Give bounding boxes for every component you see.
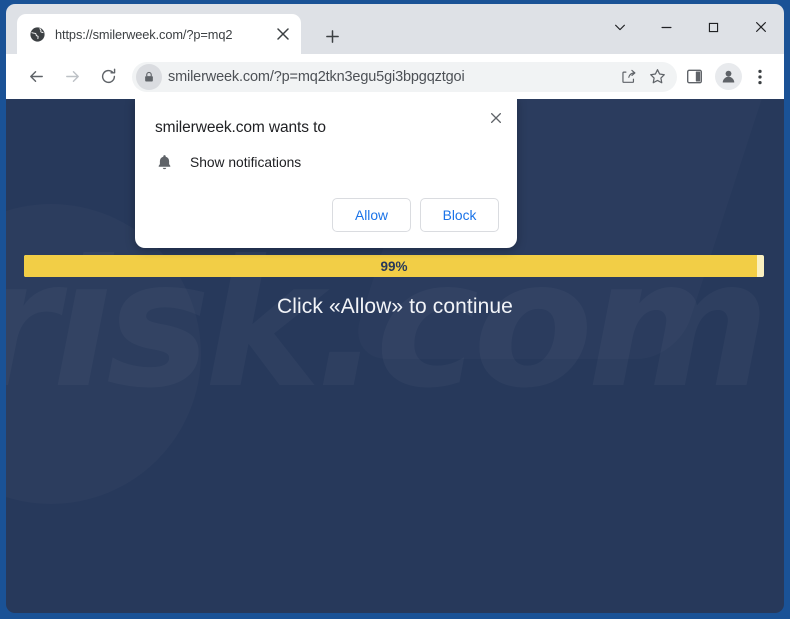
bookmark-star-icon[interactable] [643, 63, 671, 91]
tab-title: https://smilerweek.com/?p=mq2 [55, 26, 233, 42]
close-window-button[interactable] [737, 4, 784, 50]
browser-window: https://smilerweek.com/?p=mq2 smilerweek… [0, 0, 790, 619]
forward-button[interactable] [56, 61, 88, 93]
close-glyph [755, 22, 766, 32]
tab-search-icon[interactable] [596, 4, 643, 50]
three-dot-menu-icon [758, 69, 762, 84]
close-icon [490, 112, 502, 124]
allow-button[interactable]: Allow [332, 198, 411, 232]
dialog-actions: Allow Block [332, 198, 499, 232]
watermark-circle [6, 204, 201, 504]
plus-icon [325, 29, 339, 43]
browser-tab[interactable]: https://smilerweek.com/?p=mq2 [17, 14, 301, 54]
reload-icon [101, 68, 115, 84]
maximize-glyph [708, 22, 719, 32]
maximize-button[interactable] [690, 4, 737, 50]
three-dot-menu-button[interactable] [746, 63, 774, 91]
reload-button[interactable] [92, 61, 124, 93]
browser-toolbar: smilerweek.com/?p=mq2tkn3egu5gi3bpgqztgo… [6, 54, 784, 99]
dialog-close-button[interactable] [483, 105, 509, 131]
permission-label: Show notifications [190, 155, 302, 170]
new-tab-button[interactable] [318, 22, 346, 50]
profile-avatar[interactable] [715, 63, 742, 90]
share-icon[interactable] [615, 63, 643, 91]
permission-row: Show notifications [155, 153, 301, 172]
minimize-glyph [661, 26, 672, 28]
side-panel-glyph [686, 69, 702, 84]
site-info-button[interactable] [136, 63, 162, 90]
bell-icon [158, 155, 171, 170]
back-button[interactable] [20, 61, 52, 93]
page-viewport: risk.com 99% Click «Allow» to continue s… [6, 99, 784, 613]
progress-bar: 99% [24, 255, 764, 277]
dialog-title: smilerweek.com wants to [155, 119, 326, 136]
minimize-button[interactable] [643, 4, 690, 50]
close-glyph [277, 28, 289, 40]
block-button[interactable]: Block [420, 198, 499, 232]
back-arrow-icon [29, 71, 43, 82]
share-glyph [622, 69, 636, 83]
profile-avatar-icon [722, 70, 735, 83]
progress-percent-label: 99% [380, 258, 408, 274]
tab-close-icon[interactable] [273, 24, 293, 44]
address-bar[interactable]: smilerweek.com/?p=mq2tkn3egu5gi3bpgqztgo… [132, 61, 677, 92]
lock-icon [145, 71, 153, 81]
tab-strip: https://smilerweek.com/?p=mq2 [6, 4, 784, 54]
window-controls [596, 4, 784, 50]
url-text: smilerweek.com/?p=mq2tkn3egu5gi3bpgqztgo… [168, 68, 465, 85]
globe-icon [30, 26, 45, 42]
forward-arrow-icon [65, 71, 79, 82]
star-glyph [649, 69, 665, 84]
side-panel-icon[interactable] [679, 62, 709, 92]
notification-permission-dialog: smilerweek.com wants to Show notificatio… [135, 99, 517, 248]
instruction-text: Click «Allow» to continue [277, 295, 513, 318]
chevron-down-glyph [614, 24, 625, 31]
